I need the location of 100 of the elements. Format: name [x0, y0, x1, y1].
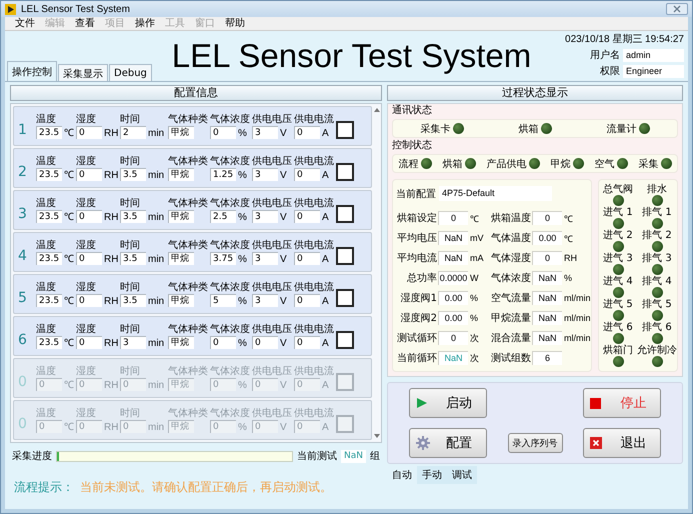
input-field[interactable]: 3 — [252, 210, 278, 223]
field-label: 湿度 — [76, 408, 97, 419]
input-field[interactable]: 0 — [76, 294, 102, 307]
input-field[interactable]: 甲烷 — [168, 294, 194, 307]
user-label: 用户名 — [590, 48, 620, 62]
input-field[interactable]: 3 — [252, 126, 278, 139]
reading-field: NaN — [532, 271, 562, 285]
led-label: 进气 1 — [603, 207, 633, 218]
input-field[interactable]: 3.75 — [210, 252, 236, 265]
input-field[interactable]: 2 — [120, 126, 146, 139]
input-field[interactable]: 0 — [294, 252, 320, 265]
input-field[interactable]: 甲烷 — [168, 168, 194, 181]
menu-item[interactable]: 查看 — [71, 17, 99, 30]
input-field[interactable]: 0 — [76, 336, 102, 349]
field-label: 湿度 — [76, 156, 97, 167]
input-field[interactable]: 3 — [120, 336, 146, 349]
action-button[interactable]: 启动 — [408, 388, 487, 418]
led-label: 排气 4 — [642, 276, 672, 287]
led-label: 排水 — [647, 184, 667, 195]
mode-tab[interactable]: 调试 — [447, 466, 477, 484]
reading-field: 0.00 — [532, 231, 562, 245]
input-field[interactable]: 23.5 — [36, 336, 62, 349]
menu-item[interactable]: 操作 — [131, 17, 159, 30]
unit-label: min — [148, 380, 164, 391]
input-field[interactable]: 23.5 — [36, 252, 62, 265]
input-field[interactable]: 23.5 — [36, 210, 62, 223]
input-field[interactable]: 3 — [252, 252, 278, 265]
input-field[interactable]: 3 — [252, 294, 278, 307]
field-label: 供电电流 — [294, 156, 335, 167]
input-field[interactable]: 甲烷 — [168, 336, 194, 349]
input-field[interactable]: 2.5 — [210, 210, 236, 223]
field-label: 气体浓度 — [210, 156, 251, 167]
unit-label: min — [148, 338, 164, 349]
checkbox[interactable] — [336, 247, 354, 265]
group-label: 控制状态 — [392, 140, 433, 152]
input-field[interactable]: 3 — [252, 168, 278, 181]
checkbox[interactable] — [336, 163, 354, 181]
down-arrow-icon[interactable] — [374, 434, 380, 438]
checkbox[interactable] — [336, 289, 354, 307]
action-button[interactable]: 配置 — [408, 428, 487, 458]
tab[interactable]: Debug — [109, 64, 152, 81]
input-field[interactable]: 3.5 — [120, 252, 146, 265]
input-field[interactable]: 23.5 — [36, 168, 62, 181]
field-label: 时间 — [120, 240, 141, 251]
input-field[interactable]: 0 — [294, 210, 320, 223]
input-field[interactable]: 5 — [210, 294, 236, 307]
field-label: 时间 — [120, 282, 141, 293]
unit-label: RH — [104, 296, 118, 307]
led-label: 烘箱 — [442, 158, 462, 170]
reading-label: 测试组数 — [490, 352, 532, 365]
unit-label: ℃ — [563, 232, 574, 244]
input-field[interactable]: 0 — [294, 294, 320, 307]
field-label: 供电电流 — [294, 408, 335, 419]
mode-tab[interactable]: 手动 — [417, 466, 447, 484]
input-field[interactable]: 23.5 — [36, 126, 62, 139]
input-field[interactable]: 3.5 — [120, 210, 146, 223]
unit-label: V — [280, 170, 287, 181]
input-field[interactable]: 3.5 — [120, 168, 146, 181]
tab[interactable]: 操作控制 — [7, 61, 57, 81]
input-field[interactable]: 0 — [76, 126, 102, 139]
menu-item[interactable]: 文件 — [11, 17, 39, 30]
app-title: LEL Sensor Test System — [172, 36, 532, 76]
group-label: 通讯状态 — [392, 105, 433, 117]
action-button[interactable]: 录入序列号 — [508, 433, 562, 453]
checkbox[interactable] — [336, 331, 354, 349]
unit-label: min — [148, 212, 164, 223]
field-label: 温度 — [36, 366, 57, 377]
input-field[interactable]: 0 — [76, 252, 102, 265]
input-field[interactable]: 甲烷 — [168, 210, 194, 223]
mode-tab[interactable]: 自动 — [387, 466, 417, 484]
up-arrow-icon[interactable] — [374, 108, 380, 112]
input-field[interactable]: 1.25 — [210, 168, 236, 181]
input-field[interactable]: 0 — [210, 126, 236, 139]
input-field[interactable]: 甲烷 — [168, 252, 194, 265]
input-field[interactable]: 0 — [76, 210, 102, 223]
input-field[interactable]: 0 — [294, 336, 320, 349]
action-button[interactable]: 停止 — [583, 388, 662, 418]
input-field[interactable]: 0 — [294, 168, 320, 181]
checkbox[interactable] — [336, 121, 354, 139]
field-label: 供电电流 — [294, 240, 335, 251]
field-label: 温度 — [36, 282, 57, 293]
input-field[interactable]: 0 — [76, 168, 102, 181]
tab[interactable]: 采集显示 — [58, 64, 108, 81]
unit-label: RH — [104, 170, 118, 181]
menu-item[interactable]: 帮助 — [221, 17, 249, 30]
input-field[interactable]: 0 — [210, 336, 236, 349]
checkbox[interactable] — [336, 205, 354, 223]
input-field[interactable]: 3.5 — [120, 294, 146, 307]
input-field[interactable]: 0 — [294, 126, 320, 139]
unit-label: A — [322, 296, 329, 307]
hint-label: 流程提示： — [14, 479, 74, 496]
input-field[interactable]: 23.5 — [36, 294, 62, 307]
input-field[interactable]: 甲烷 — [168, 126, 194, 139]
input-field[interactable]: 0 — [252, 336, 278, 349]
field-label: 气体种类 — [168, 324, 209, 335]
unit-label: V — [280, 380, 287, 391]
unit-label: RH — [104, 212, 118, 223]
close-button[interactable] — [666, 3, 688, 15]
action-button[interactable]: 退出 — [583, 428, 662, 458]
unit-label: ℃ — [64, 128, 74, 139]
